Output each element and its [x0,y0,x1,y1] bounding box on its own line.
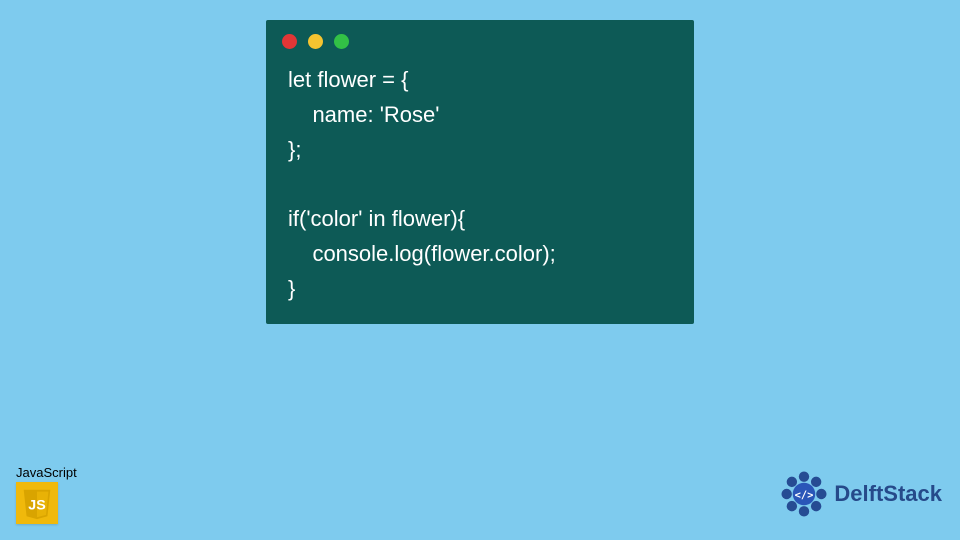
javascript-badge-label: JavaScript [16,465,77,480]
code-window: let flower = { name: 'Rose' }; if('color… [266,20,694,324]
code-line: name: 'Rose' [288,102,439,127]
javascript-icon: JS [16,482,58,524]
delftstack-icon: </> [778,468,830,520]
delftstack-badge: </> DelftStack [778,468,942,520]
code-line: } [288,276,295,301]
code-line: let flower = { [288,67,408,92]
window-minimize-icon [308,34,323,49]
svg-text:</>: </> [795,489,814,501]
code-line: }; [288,137,301,162]
delftstack-brand-text: DelftStack [834,481,942,507]
javascript-badge: JavaScript JS [16,465,77,524]
code-line: if('color' in flower){ [288,206,465,231]
svg-text:JS: JS [28,498,45,514]
window-close-icon [282,34,297,49]
code-body: let flower = { name: 'Rose' }; if('color… [266,57,694,324]
window-maximize-icon [334,34,349,49]
code-line: console.log(flower.color); [288,241,556,266]
window-titlebar [266,20,694,57]
